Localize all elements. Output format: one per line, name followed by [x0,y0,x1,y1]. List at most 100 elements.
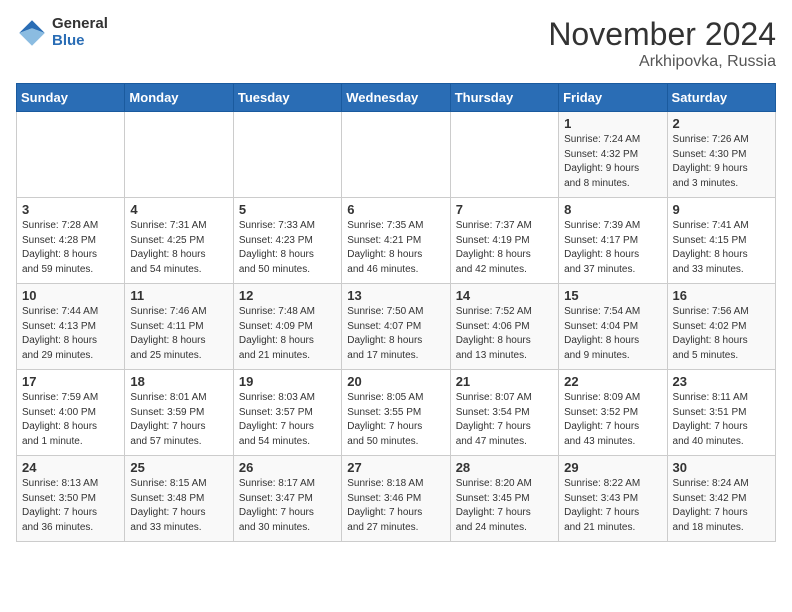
calendar-cell: 5Sunrise: 7:33 AM Sunset: 4:23 PM Daylig… [233,198,341,284]
calendar-cell: 6 Sunrise: 7:35 AM Sunset: 4:21 PM Daylig… [342,198,450,284]
calendar-cell: 20 Sunrise: 8:05 AM Sunset: 3:55 PM Dayli… [342,370,450,456]
calendar-cell: 19 Sunrise: 8:03 AM Sunset: 3:57 PM Dayli… [233,370,341,456]
calendar-header: Sunday Monday Tuesday Wednesday Thursday… [17,84,776,112]
day-info: Sunrise: 8:03 AM Sunset: 3:57 PM Dayligh… [239,391,336,449]
calendar-cell: 13 Sunrise: 7:50 AM Sunset: 4:07 PM Dayli… [342,284,450,370]
calendar-cell: 22Sunrise: 8:09 AM Sunset: 3:52 PM Dayli… [559,370,667,456]
day-number: 6 [347,202,444,217]
calendar-cell: 30Sunrise: 8:24 AM Sunset: 3:42 PM Dayli… [667,456,775,542]
calendar-week-5: 24 Sunrise: 8:13 AM Sunset: 3:50 PM Dayli… [17,456,776,542]
day-info: Sunrise: 8:15 AM Sunset: 3:48 PM Dayligh… [130,477,227,535]
day-number: 27 [347,460,444,475]
logo-icon [16,17,48,49]
calendar-cell: 28 Sunrise: 8:20 AM Sunset: 3:45 PM Dayli… [450,456,558,542]
calendar-cell: 3 Sunrise: 7:28 AM Sunset: 4:28 PM Daylig… [17,198,125,284]
day-info: Sunrise: 7:35 AM Sunset: 4:21 PM Dayligh… [347,219,444,277]
calendar-body: 1 Sunrise: 7:24 AM Sunset: 4:32 PM Daylig… [17,112,776,542]
calendar-cell: 12 Sunrise: 7:48 AM Sunset: 4:09 PM Dayli… [233,284,341,370]
day-info: Sunrise: 7:44 AM Sunset: 4:13 PM Dayligh… [22,305,119,363]
calendar-cell: 7 Sunrise: 7:37 AM Sunset: 4:19 PM Daylig… [450,198,558,284]
day-info: Sunrise: 7:46 AM Sunset: 4:11 PM Dayligh… [130,305,227,363]
day-number: 29 [564,460,661,475]
day-number: 21 [456,374,553,389]
day-number: 25 [130,460,227,475]
day-info: Sunrise: 7:24 AM Sunset: 4:32 PM Dayligh… [564,133,661,191]
calendar-cell: 9Sunrise: 7:41 AM Sunset: 4:15 PM Daylig… [667,198,775,284]
calendar-week-1: 1 Sunrise: 7:24 AM Sunset: 4:32 PM Daylig… [17,112,776,198]
day-info: Sunrise: 7:50 AM Sunset: 4:07 PM Dayligh… [347,305,444,363]
day-number: 28 [456,460,553,475]
day-info: Sunrise: 8:24 AM Sunset: 3:42 PM Dayligh… [673,477,770,535]
day-number: 10 [22,288,119,303]
calendar-cell: 2Sunrise: 7:26 AM Sunset: 4:30 PM Daylig… [667,112,775,198]
day-number: 12 [239,288,336,303]
calendar-cell: 10 Sunrise: 7:44 AM Sunset: 4:13 PM Dayli… [17,284,125,370]
day-info: Sunrise: 8:18 AM Sunset: 3:46 PM Dayligh… [347,477,444,535]
calendar-cell: 23 Sunrise: 8:11 AM Sunset: 3:51 PM Dayli… [667,370,775,456]
day-number: 2 [673,116,770,131]
day-number: 13 [347,288,444,303]
day-info: Sunrise: 8:01 AM Sunset: 3:59 PM Dayligh… [130,391,227,449]
day-number: 23 [673,374,770,389]
day-number: 26 [239,460,336,475]
day-number: 19 [239,374,336,389]
day-number: 16 [673,288,770,303]
day-number: 17 [22,374,119,389]
day-info: Sunrise: 7:33 AM Sunset: 4:23 PM Dayligh… [239,219,336,277]
calendar-cell [125,112,233,198]
calendar-cell: 4 Sunrise: 7:31 AM Sunset: 4:25 PM Daylig… [125,198,233,284]
day-info: Sunrise: 7:39 AM Sunset: 4:17 PM Dayligh… [564,219,661,277]
calendar-cell: 21 Sunrise: 8:07 AM Sunset: 3:54 PM Dayli… [450,370,558,456]
day-info: Sunrise: 7:37 AM Sunset: 4:19 PM Dayligh… [456,219,553,277]
day-info: Sunrise: 8:22 AM Sunset: 3:43 PM Dayligh… [564,477,661,535]
day-info: Sunrise: 8:13 AM Sunset: 3:50 PM Dayligh… [22,477,119,535]
day-info: Sunrise: 7:54 AM Sunset: 4:04 PM Dayligh… [564,305,661,363]
calendar-week-3: 10 Sunrise: 7:44 AM Sunset: 4:13 PM Dayli… [17,284,776,370]
col-saturday: Saturday [667,84,775,112]
calendar-cell: 26 Sunrise: 8:17 AM Sunset: 3:47 PM Dayli… [233,456,341,542]
day-info: Sunrise: 7:56 AM Sunset: 4:02 PM Dayligh… [673,305,770,363]
day-number: 20 [347,374,444,389]
calendar-cell: 14 Sunrise: 7:52 AM Sunset: 4:06 PM Dayli… [450,284,558,370]
calendar-table: Sunday Monday Tuesday Wednesday Thursday… [16,83,776,542]
col-friday: Friday [559,84,667,112]
calendar-cell: 25 Sunrise: 8:15 AM Sunset: 3:48 PM Dayli… [125,456,233,542]
logo: General Blue [16,16,108,49]
calendar-cell: 29 Sunrise: 8:22 AM Sunset: 3:43 PM Dayli… [559,456,667,542]
day-info: Sunrise: 8:07 AM Sunset: 3:54 PM Dayligh… [456,391,553,449]
calendar-week-4: 17 Sunrise: 7:59 AM Sunset: 4:00 PM Dayli… [17,370,776,456]
calendar-cell: 8Sunrise: 7:39 AM Sunset: 4:17 PM Daylig… [559,198,667,284]
day-info: Sunrise: 8:05 AM Sunset: 3:55 PM Dayligh… [347,391,444,449]
calendar-week-2: 3 Sunrise: 7:28 AM Sunset: 4:28 PM Daylig… [17,198,776,284]
day-number: 9 [673,202,770,217]
calendar-cell: 18Sunrise: 8:01 AM Sunset: 3:59 PM Dayli… [125,370,233,456]
day-info: Sunrise: 7:28 AM Sunset: 4:28 PM Dayligh… [22,219,119,277]
day-number: 24 [22,460,119,475]
day-info: Sunrise: 7:59 AM Sunset: 4:00 PM Dayligh… [22,391,119,449]
day-number: 1 [564,116,661,131]
location-title: Arkhipovka, Russia [548,53,776,71]
day-number: 4 [130,202,227,217]
day-info: Sunrise: 7:52 AM Sunset: 4:06 PM Dayligh… [456,305,553,363]
day-info: Sunrise: 7:31 AM Sunset: 4:25 PM Dayligh… [130,219,227,277]
day-number: 3 [22,202,119,217]
day-number: 14 [456,288,553,303]
title-area: November 2024 Arkhipovka, Russia [548,16,776,71]
calendar-cell [233,112,341,198]
day-info: Sunrise: 8:20 AM Sunset: 3:45 PM Dayligh… [456,477,553,535]
calendar-cell: 16 Sunrise: 7:56 AM Sunset: 4:02 PM Dayli… [667,284,775,370]
day-info: Sunrise: 7:48 AM Sunset: 4:09 PM Dayligh… [239,305,336,363]
calendar-cell: 17 Sunrise: 7:59 AM Sunset: 4:00 PM Dayli… [17,370,125,456]
col-tuesday: Tuesday [233,84,341,112]
logo-general-text: General [52,16,108,33]
header: General Blue November 2024 Arkhipovka, R… [16,16,776,71]
col-sunday: Sunday [17,84,125,112]
calendar-cell [17,112,125,198]
day-info: Sunrise: 8:11 AM Sunset: 3:51 PM Dayligh… [673,391,770,449]
logo-blue-text: Blue [52,33,108,50]
day-number: 7 [456,202,553,217]
day-info: Sunrise: 8:17 AM Sunset: 3:47 PM Dayligh… [239,477,336,535]
calendar-cell: 11Sunrise: 7:46 AM Sunset: 4:11 PM Dayli… [125,284,233,370]
calendar-cell [450,112,558,198]
day-number: 22 [564,374,661,389]
